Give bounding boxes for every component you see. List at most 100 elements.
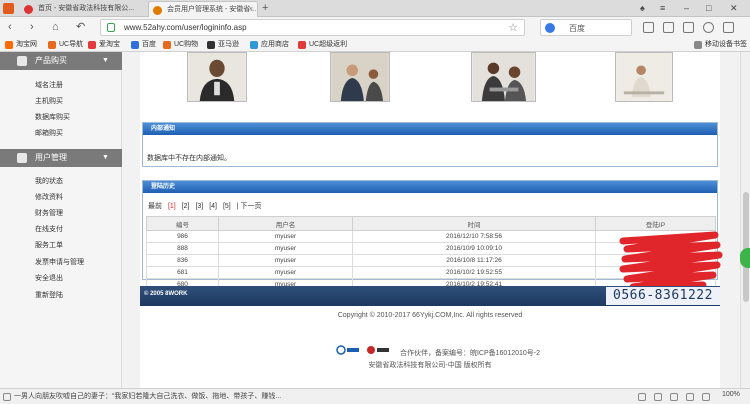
sidebar-section-purchase[interactable]: 产品购买 ▼ [0,52,122,70]
meeting-photo [330,52,390,102]
row-time: 2016/10/9 10:09:10 [352,242,596,255]
bookmark-item[interactable]: UC超级返利 [298,39,347,51]
sidebar-item-host[interactable]: 主机购买 [35,97,63,107]
speed-icon[interactable] [638,393,646,401]
window-icon[interactable] [683,22,694,33]
screenshot-icon[interactable] [663,22,674,33]
vertical-scrollbar[interactable] [740,52,750,388]
notice-panel: 内部通知 数据库中不存在内部通知。 [142,122,718,167]
bookmark-item[interactable]: UC购物 [163,39,198,51]
sidebar-item-ticket[interactable]: 服务工单 [35,241,63,251]
footer-bar: © 2005 8WORK 0566-8361222 [140,286,720,306]
column-header-user: 用户名 [218,216,353,231]
security-icon [107,23,115,32]
tools-icon[interactable] [723,22,734,33]
pagination: 最前 [1] [2] [3] [4] [5] | 下一页 [148,201,265,211]
sidebar-item-logout[interactable]: 安全退出 [35,274,63,284]
close-window-icon[interactable]: ✕ [730,0,738,16]
download-icon[interactable] [643,22,654,33]
sidebar-item-payment[interactable]: 在线支付 [35,225,63,235]
tab-home-label: 首页 - 安徽省政法科技有限公... [38,5,135,12]
notice-panel-title: 内部通知 [143,123,717,135]
side-float-button[interactable] [740,248,750,268]
sidebar-item-database[interactable]: 数据库购买 [35,113,70,123]
row-user: myuser [218,266,353,279]
taobao-icon [5,41,13,49]
ip-redaction-scribble [619,231,723,291]
menu-icon[interactable]: ≡ [660,0,665,16]
download-manager-icon[interactable] [702,393,710,401]
pager-first[interactable]: 最前 [148,203,162,210]
sidebar-item-relogin[interactable]: 重新登陆 [35,291,63,301]
user-icon [17,153,27,163]
row-id: 888 [146,242,219,255]
bookmark-item[interactable]: 百度 [131,39,156,51]
cloud-icon[interactable] [670,393,678,401]
bookmark-item[interactable]: UC导航 [48,39,83,51]
zoom-level[interactable]: 100% [722,391,740,398]
close-tab-icon[interactable]: × [249,2,253,17]
pager-page-4[interactable]: [4] [209,203,217,210]
bookmark-star-icon[interactable]: ☆ [508,21,518,34]
bookmark-item[interactable]: 爱淘宝 [88,39,120,51]
row-time: 2016/10/2 19:52:55 [352,266,596,279]
column-header-id: 编号 [146,216,219,231]
home-icon[interactable]: ⌂ [52,20,59,34]
login-history-panel: 登陆历史 最前 [1] [2] [3] [4] [5] | 下一页 编号 用户名… [142,180,723,291]
sound-icon[interactable] [654,393,662,401]
new-tab-button[interactable]: + [262,0,268,16]
pager-page-5[interactable]: [5] [223,203,231,210]
settings-icon[interactable] [3,393,11,401]
sidebar-section-title: 用户管理 [35,153,67,162]
chevron-down-icon[interactable]: ▼ [102,149,109,167]
search-engine-icon[interactable] [545,23,555,33]
skin-icon[interactable]: ♠ [640,0,645,16]
pager-next[interactable]: | 下一页 [237,203,262,210]
sidebar-item-domain[interactable]: 域名注册 [35,81,63,91]
uc-browser-logo-icon[interactable] [3,3,14,14]
sidebar-section-title: 产品购买 [35,56,67,65]
sidebar-section-user[interactable]: 用户管理 ▼ [0,149,122,167]
page-viewport: 产品购买 ▼ 域名注册 主机购买 数据库购买 邮箱购买 用户管理 ▼ 我的状态 … [0,52,740,388]
undo-icon[interactable]: ↶ [76,20,85,34]
tab-user-admin-label: 会员用户管理系统 - 安徽省... [167,6,257,13]
bookmarks-bar: 淘宝网 UC导航 爱淘宝 百度 UC购物 亚马逊 应用商店 UC超级返利 移动设… [0,38,750,52]
back-icon[interactable]: ‹ [8,20,12,34]
scrollbar-thumb[interactable] [743,192,749,302]
sidebar-item-mailbox[interactable]: 邮箱购买 [35,129,63,139]
amazon-icon [207,41,215,49]
tab-user-admin[interactable]: 会员用户管理系统 - 安徽省... × [148,1,258,17]
tab-home[interactable]: 首页 - 安徽省政法科技有限公... [20,1,147,17]
footer-brand: © 2005 8WORK [144,291,188,297]
forward-icon[interactable]: › [30,20,34,34]
sidebar-item-edit-profile[interactable]: 修改资料 [35,193,63,203]
news-ticker[interactable]: 一男人向朋友吹嘘自己的妻子：“我家妇若隆大自己洗衣、做饭、拖地、带孩子、赚钱..… [14,391,314,401]
row-time: 2016/10/8 11:17:26 [352,254,596,267]
maximize-icon[interactable]: □ [706,0,711,16]
pager-page-3[interactable]: [3] [195,203,203,210]
emoji-icon[interactable] [703,22,714,33]
business-photo [187,52,247,102]
login-history-title: 登陆历史 [143,181,717,193]
pager-page-2[interactable]: [2] [182,203,190,210]
sidebar-item-finance[interactable]: 财务管理 [35,209,63,219]
sidebar-item-status[interactable]: 我的状态 [35,177,63,187]
address-toolbar: ‹ › ⌂ ↶ www.52ahy.com/user/logininfo.asp… [0,17,750,38]
mobile-bookmarks[interactable]: 移动设备书签 [694,39,747,51]
search-engine-name: 百度 [569,24,585,33]
row-id: 681 [146,266,219,279]
row-id: 836 [146,254,219,267]
pager-page-1[interactable]: [1] [168,203,176,210]
minimize-icon[interactable]: – [684,0,689,16]
user-sync-icon[interactable] [686,393,694,401]
bookmark-item[interactable]: 亚马逊 [207,39,239,51]
status-bar: 一男人向朋友吹嘘自己的妻子：“我家妇若隆大自己洗衣、做饭、拖地、带孩子、赚钱..… [0,388,750,404]
chevron-down-icon[interactable]: ▼ [102,52,109,70]
address-bar[interactable]: www.52ahy.com/user/logininfo.asp ☆ [100,19,525,36]
copyright-text: Copyright © 2010-2017 66Yykj.COM,Inc. Al… [337,312,523,319]
sidebar-item-invoice[interactable]: 发票申请与管理 [35,258,84,268]
search-box[interactable]: 百度 [540,19,632,36]
bookmark-item[interactable]: 淘宝网 [5,39,37,51]
bookmark-item[interactable]: 应用商店 [250,39,289,51]
url-text[interactable]: www.52ahy.com/user/logininfo.asp [124,23,247,32]
